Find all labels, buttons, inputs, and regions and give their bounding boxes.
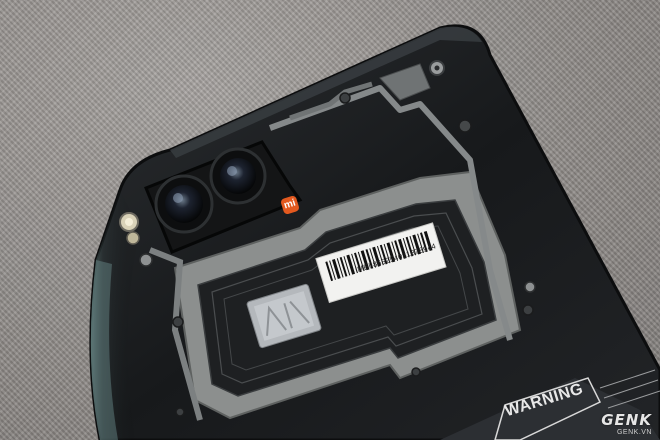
watermark: GENK GENK.VN [601, 411, 652, 437]
screw [139, 253, 153, 267]
watermark-brand: GENK [601, 411, 652, 429]
watermark-site: GENK.VN [616, 429, 652, 436]
photo-scene: mi IMEI 865254031878944 WARNING GENK GEN… [0, 0, 660, 440]
screw [524, 281, 536, 293]
screw [339, 92, 351, 104]
screw [522, 304, 534, 316]
screw [172, 316, 184, 328]
phone-illustration [89, 24, 660, 440]
screw [175, 407, 185, 417]
flash-led-secondary [126, 231, 140, 245]
screw [411, 367, 421, 377]
screw [458, 119, 472, 133]
